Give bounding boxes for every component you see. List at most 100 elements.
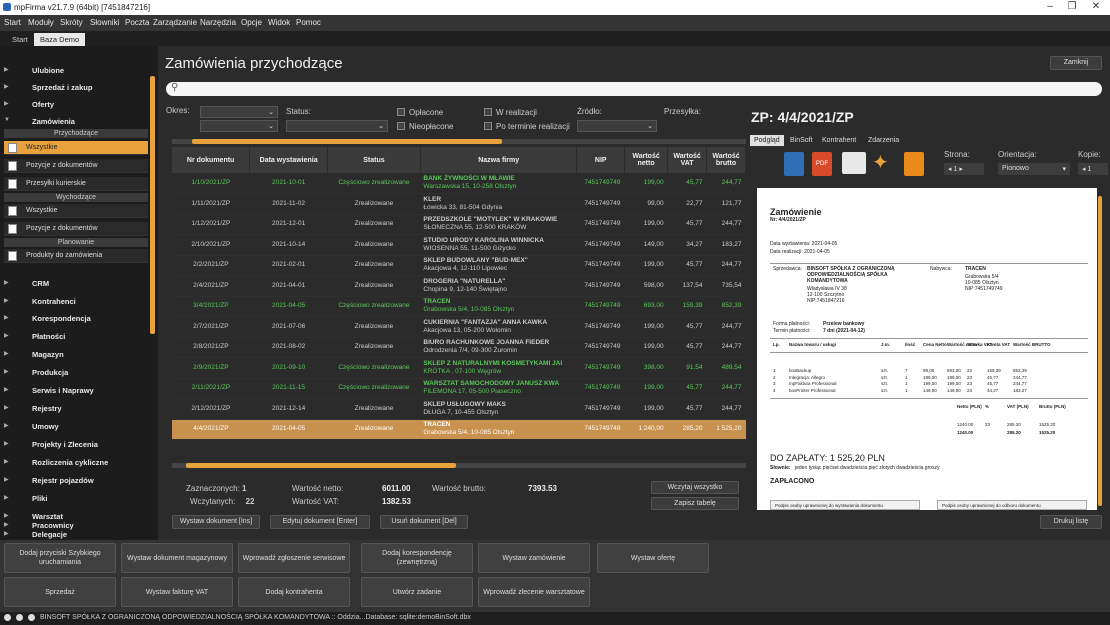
copies-stepper[interactable]: ◂ 1	[1078, 163, 1108, 175]
col-vat[interactable]: Wartość VAT	[667, 147, 708, 173]
save-table-button[interactable]: Zapisz tabelę	[651, 497, 739, 510]
table-row[interactable]: 2/12/2021/ZP 2021-12-14 Zrealizowane SKLEP …	[172, 398, 746, 420]
search-input[interactable]: ⚲	[166, 82, 1102, 96]
tab-podglad[interactable]: Podgląd	[750, 135, 784, 146]
cell-status: Częściowo zrealizowane	[327, 378, 421, 399]
sum-cell: 1240.00	[957, 430, 974, 435]
menu-poczta[interactable]: Poczta	[125, 18, 149, 27]
item-cell: 159,39	[987, 368, 1001, 373]
preview-scrollbar[interactable]	[1098, 196, 1102, 506]
pdf-icon[interactable]: PDF	[812, 152, 832, 176]
save-icon[interactable]	[784, 152, 804, 176]
load-all-button[interactable]: Wczytaj wszystko	[651, 481, 739, 494]
sidebar-scrollbar[interactable]	[150, 76, 155, 334]
grid-hscroll-top[interactable]	[172, 139, 746, 144]
menu-widok[interactable]: Widok	[268, 18, 290, 27]
item-cell: Integracja: Allegro	[789, 374, 826, 380]
menu-skroty[interactable]: Skróty	[60, 18, 83, 27]
table-row[interactable]: 2/9/2021/ZP 2021-09-10 Częściowo zrealizow…	[172, 357, 746, 379]
maximize-icon[interactable]: ❐	[1062, 1, 1082, 12]
orientation-select[interactable]: Pionowo ▾	[998, 163, 1070, 175]
cell-netto: 398,00	[624, 357, 668, 379]
cell-netto: 199,00	[624, 255, 668, 276]
nieoplacone-checkbox[interactable]	[397, 122, 405, 130]
delete-document-button[interactable]: Usuń dokument [Del]	[380, 515, 468, 529]
wrealizacji-checkbox[interactable]	[484, 108, 492, 116]
col-brutto[interactable]: Wartość brutto	[706, 147, 746, 173]
status-select[interactable]: ⌄	[286, 120, 388, 132]
print-icon[interactable]	[904, 152, 924, 176]
quick-add-correspondence-button[interactable]: Dodaj korespondencję (zewnętrzną)	[361, 543, 473, 573]
menu-zarzadzanie[interactable]: Zarządzanie	[153, 18, 197, 27]
cell-nr: 2/12/2021/ZP	[172, 398, 250, 420]
oplacone-checkbox[interactable]	[397, 108, 405, 116]
table-row[interactable]: 2/4/2021/ZP 2021-04-01 Zrealizowane DROGERI…	[172, 275, 746, 297]
email-icon[interactable]	[842, 152, 866, 174]
tab-baza-demo[interactable]: Baza Demo	[34, 33, 86, 46]
table-row[interactable]: 1/10/2021/ZP 2021-10-01 Częściowo zrealizo…	[172, 173, 746, 194]
close-button[interactable]: Zamknij	[1050, 56, 1102, 70]
col-firma[interactable]: Nazwa firmy	[420, 147, 578, 173]
table-row[interactable]: 2/2/2021/ZP 2021-02-01 Zrealizowane SKLEP B…	[172, 255, 746, 276]
menu-opcje[interactable]: Opcje	[241, 18, 262, 27]
col-status[interactable]: Status	[327, 147, 421, 173]
table-row[interactable]: 3/4/2021/ZP 2021-04-05 Częściowo zrealizow…	[172, 296, 746, 317]
sidebar-item-wszystkie-in[interactable]: Wszystkie	[4, 141, 148, 155]
quick-issue-offer-button[interactable]: Wystaw ofertę	[597, 543, 709, 573]
sidebar-item-wszystkie-out[interactable]: Wszystkie	[4, 204, 148, 218]
col-nip[interactable]: NIP	[576, 147, 625, 173]
edit-document-button[interactable]: Edytuj dokument [Enter]	[270, 515, 370, 529]
tab-zdarzenia[interactable]: Zdarzenia	[864, 135, 903, 146]
quick-warehouse-doc-button[interactable]: Wystaw dokument magazynowy	[121, 543, 233, 573]
table-row[interactable]: 4/4/2021/ZP 2021-04-05 Zrealizowane TRACEN G…	[172, 419, 746, 440]
cell-netto: 199,00	[624, 316, 668, 338]
okres-select[interactable]: ⌄	[200, 106, 278, 118]
menu-start[interactable]: Start	[4, 18, 21, 27]
okres-select-2[interactable]: ⌄	[200, 120, 278, 132]
grid-hscroll[interactable]	[172, 463, 746, 468]
table-row[interactable]: 2/8/2021/ZP 2021-08-02 Zrealizowane BIURO R…	[172, 337, 746, 358]
table-row[interactable]: 1/12/2021/ZP 2021-12-01 Zrealizowane PRZEDS…	[172, 214, 746, 235]
menu-narzedzia[interactable]: Narzędzia	[200, 18, 236, 27]
menu-slowniki[interactable]: Słowniki	[90, 18, 119, 27]
minimize-icon[interactable]: –	[1040, 1, 1060, 12]
table-row[interactable]: 2/11/2021/ZP 2021-11-15 Częściowo zrealizo…	[172, 378, 746, 399]
document-icon	[8, 251, 17, 261]
menu-moduly[interactable]: Moduły	[28, 18, 54, 27]
zrodlo-select[interactable]: ⌄	[577, 120, 657, 132]
col-data[interactable]: Data wystawienia	[249, 147, 328, 173]
sidebar-item-przesylki[interactable]: Przesyłki kurierskie	[4, 177, 148, 191]
quick-create-task-button[interactable]: Utwórz zadanie	[361, 577, 473, 607]
tab-binsoft[interactable]: BinSoft	[786, 135, 817, 146]
quick-vat-invoice-button[interactable]: Wystaw fakturę VAT	[121, 577, 233, 607]
cell-company: SKLEP BUDOWLANY "BUD-MEX" Akacjowa 4, 12-…	[420, 255, 577, 276]
sidebar-item-pozycje-out[interactable]: Pozycje z dokumentów	[4, 222, 148, 236]
col-netto[interactable]: Wartość netto	[624, 147, 669, 173]
page-stepper[interactable]: ◂ 1 ▸	[944, 163, 984, 175]
table-row[interactable]: 1/11/2021/ZP 2021-11-02 Zrealizowane KLER Ło…	[172, 193, 746, 215]
menu-bar: Start Moduły Skróty Słowniki Poczta Zarz…	[0, 15, 1110, 31]
cell-nip: 7451749749	[576, 316, 625, 338]
col-nr[interactable]: Nr dokumentu	[172, 147, 251, 173]
quick-add-shortcuts-button[interactable]: Dodaj przyciski Szybkiego uruchamiania	[4, 543, 116, 573]
table-row[interactable]: 2/7/2021/ZP 2021-07-06 Zrealizowane CUKIERN…	[172, 316, 746, 338]
cell-brutto: 244,77	[706, 337, 746, 358]
table-row[interactable]: 2/10/2021/ZP 2021-10-14 Zrealizowane STUDIO…	[172, 234, 746, 256]
company-address: Łowicka 33, 81-504 Gdynia	[423, 203, 503, 211]
quick-issue-order-button[interactable]: Wystaw zamówienie	[478, 543, 590, 573]
sidebar-item-produkty[interactable]: Produkty do zamówienia	[4, 249, 148, 263]
menu-pomoc[interactable]: Pomoc	[296, 18, 321, 27]
tab-kontrahent[interactable]: Kontrahent	[818, 135, 860, 146]
quick-sales-button[interactable]: Sprzedaż	[4, 577, 116, 607]
quick-service-request-button[interactable]: Wprowadź zgłoszenie serwisowe	[238, 543, 350, 573]
cell-company: SKLEP USŁUGOWY MAKS DŁUGA 7, 10-455 Olszt…	[420, 398, 577, 420]
pin-icon[interactable]: ✦	[872, 150, 894, 176]
poterminie-checkbox[interactable]	[484, 122, 492, 130]
issue-document-button[interactable]: Wystaw dokument [Ins]	[172, 515, 260, 529]
quick-workshop-order-button[interactable]: Wprowadź zlecenie warsztatowe	[478, 577, 590, 607]
sidebar-item-pozycje-in[interactable]: Pozycje z dokumentów	[4, 159, 148, 173]
print-list-button[interactable]: Drukuj listę	[1040, 515, 1102, 529]
close-icon[interactable]: ✕	[1086, 1, 1106, 12]
quick-add-contractor-button[interactable]: Dodaj kontrahenta	[238, 577, 350, 607]
tab-start[interactable]: Start	[6, 33, 34, 46]
